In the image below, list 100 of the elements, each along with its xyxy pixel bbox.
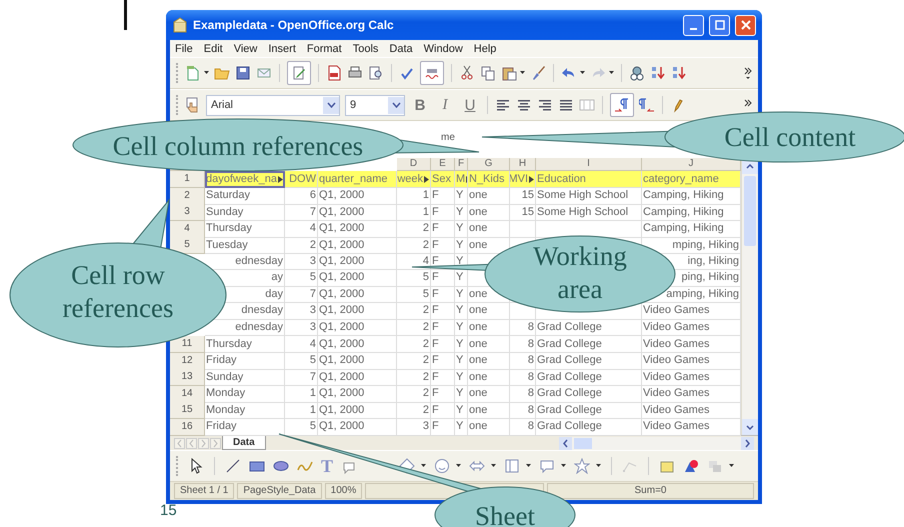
- menu-item[interactable]: Tools: [352, 42, 378, 54]
- paragraph-rtl-icon[interactable]: [639, 97, 655, 113]
- autospell-icon[interactable]: [420, 61, 444, 85]
- align-right-icon[interactable]: [537, 97, 553, 113]
- pdf-icon[interactable]: [326, 65, 342, 81]
- merge-cells-icon[interactable]: [579, 97, 595, 113]
- line-icon[interactable]: [225, 458, 241, 474]
- star-icon[interactable]: [574, 458, 590, 474]
- column-header[interactable]: J: [642, 158, 741, 171]
- brush-icon[interactable]: [530, 65, 546, 81]
- scrollbar-thumb[interactable]: [574, 438, 592, 448]
- table-cell: Y: [455, 336, 468, 353]
- menu-item[interactable]: Help: [474, 42, 496, 54]
- row-header[interactable]: 4: [170, 220, 205, 238]
- vertical-scrollbar[interactable]: [741, 158, 758, 435]
- table-cell: Q1, 2000: [318, 220, 397, 238]
- column-header[interactable]: G: [468, 158, 510, 171]
- menu-item[interactable]: File: [175, 42, 193, 54]
- double-arrow-icon[interactable]: [469, 458, 486, 474]
- menu-item[interactable]: Format: [306, 42, 342, 54]
- overflow-icon[interactable]: [744, 66, 752, 80]
- caret-icon[interactable]: [609, 71, 614, 75]
- row-header[interactable]: 11: [170, 336, 205, 353]
- column-header[interactable]: D: [397, 158, 431, 171]
- minimize-button[interactable]: [683, 14, 704, 36]
- copy-icon[interactable]: [480, 65, 496, 81]
- table-cell: one: [468, 386, 510, 402]
- row-header[interactable]: 5: [170, 237, 205, 254]
- row-header[interactable]: 16: [170, 418, 205, 436]
- font-name-field[interactable]: Arial: [206, 94, 340, 116]
- row-header[interactable]: 14: [170, 386, 205, 402]
- table-cell: Y: [455, 204, 468, 221]
- row-header[interactable]: 1: [170, 171, 205, 188]
- menu-item[interactable]: Insert: [268, 42, 296, 54]
- table-cell: Y: [455, 188, 468, 204]
- menu-item[interactable]: Data: [389, 42, 413, 54]
- horizontal-scrollbar[interactable]: [559, 436, 754, 450]
- smiley-icon[interactable]: [434, 458, 450, 474]
- justify-icon[interactable]: [558, 97, 574, 113]
- caret-icon[interactable]: [491, 464, 496, 468]
- format-button[interactable]: I: [435, 95, 455, 115]
- gallery-icon[interactable]: [683, 458, 700, 474]
- menu-item[interactable]: View: [234, 42, 258, 54]
- table-cell: Monday: [205, 386, 285, 402]
- align-left-icon[interactable]: [495, 97, 511, 113]
- formula-input[interactable]: me: [435, 131, 461, 144]
- table-cell: F: [431, 237, 455, 254]
- caret-icon[interactable]: [520, 71, 525, 75]
- caret-icon[interactable]: [526, 464, 532, 468]
- scroll-up-icon[interactable]: [746, 164, 754, 168]
- menu-item[interactable]: Edit: [204, 42, 223, 54]
- chevron-down-icon[interactable]: [392, 102, 400, 108]
- clipboard-icon[interactable]: [501, 65, 517, 81]
- scissors-icon[interactable]: [459, 65, 475, 81]
- table-cell: Tuesday: [205, 237, 285, 254]
- row-header[interactable]: 15: [170, 402, 205, 419]
- column-header[interactable]: I: [536, 158, 642, 171]
- scrollbar-thumb[interactable]: [744, 176, 756, 246]
- caret-icon[interactable]: [729, 464, 734, 468]
- row-header[interactable]: 2: [170, 188, 205, 204]
- table-cell: Q1, 2000: [318, 270, 397, 286]
- sort-descending-icon[interactable]: [671, 65, 687, 81]
- format-button[interactable]: U: [460, 95, 480, 115]
- scroll-left-icon[interactable]: [559, 436, 572, 450]
- row-header[interactable]: 13: [170, 369, 205, 386]
- scroll-down-icon[interactable]: [746, 424, 754, 430]
- maximize-button[interactable]: [709, 14, 730, 36]
- paragraph-ltr-icon[interactable]: [610, 93, 634, 117]
- close-button[interactable]: [735, 14, 756, 36]
- align-center-icon[interactable]: [516, 97, 532, 113]
- scroll-right-icon[interactable]: [741, 436, 754, 450]
- table-cell: Grad College: [536, 352, 642, 370]
- caret-icon[interactable]: [421, 464, 426, 468]
- flowchart-icon[interactable]: [504, 458, 520, 474]
- row-header[interactable]: 12: [170, 352, 205, 370]
- navigator-icon[interactable]: [629, 65, 645, 81]
- table-cell: F: [431, 369, 455, 386]
- save-icon[interactable]: [235, 65, 251, 81]
- column-header[interactable]: F: [455, 158, 468, 171]
- format-button[interactable]: B: [410, 95, 430, 115]
- column-header[interactable]: E: [431, 158, 455, 171]
- table-cell: 6: [285, 188, 318, 204]
- chevron-down-icon[interactable]: [326, 102, 336, 108]
- speech-bubble-icon[interactable]: [539, 458, 556, 474]
- sheet-tab[interactable]: Data: [222, 436, 266, 450]
- row-header[interactable]: 3: [170, 204, 205, 221]
- ellipse-icon[interactable]: [273, 458, 289, 474]
- caret-icon[interactable]: [580, 71, 585, 75]
- table-cell: Q1, 2000: [318, 352, 397, 370]
- font-size-field[interactable]: 9: [345, 94, 405, 116]
- column-header[interactable]: H: [510, 158, 536, 171]
- sort-ascending-icon[interactable]: [650, 65, 666, 81]
- caret-icon[interactable]: [456, 464, 462, 468]
- menu-item[interactable]: Window: [424, 42, 463, 54]
- caret-icon[interactable]: [561, 464, 566, 468]
- table-cell: 8: [510, 369, 536, 386]
- page-preview-icon[interactable]: [368, 65, 384, 81]
- caret-icon[interactable]: [596, 464, 602, 468]
- edit-document-icon[interactable]: [287, 61, 311, 85]
- caret-icon[interactable]: [204, 71, 209, 75]
